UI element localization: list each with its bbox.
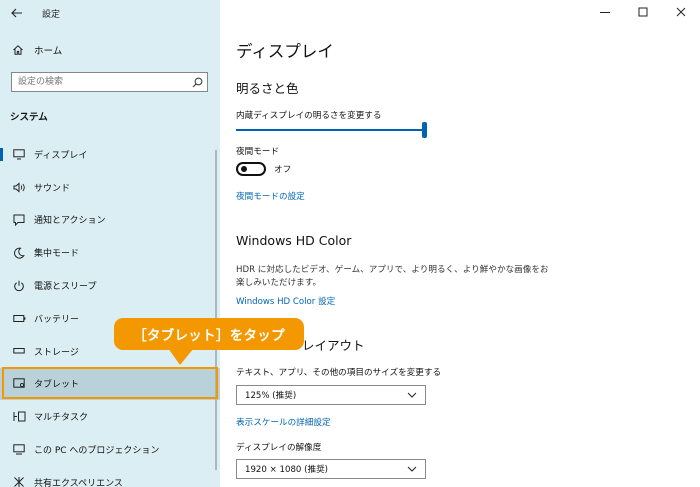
resolution-label: ディスプレイの解像度 — [236, 443, 322, 453]
arrow-left-icon — [11, 8, 22, 18]
page-title: ディスプレイ — [236, 42, 334, 61]
toggle-knob — [241, 166, 247, 172]
app-title: 設定 — [42, 9, 61, 20]
sidebar-item-label: 電源とスリープ — [34, 282, 97, 293]
scale-label: テキスト、アプリ、その他の項目のサイズを変更する — [236, 368, 442, 378]
search-icon[interactable] — [187, 77, 207, 88]
sidebar-item-label: 共有エクスペリエンス — [34, 478, 123, 487]
speaker-icon — [10, 182, 28, 193]
share-icon — [10, 476, 28, 487]
battery-icon — [10, 314, 28, 323]
tablet-highlight-frame — [2, 367, 218, 399]
hd-color-settings-link[interactable]: Windows HD Color 設定 — [236, 295, 335, 307]
scale-value: 125% (推奨) — [245, 391, 297, 401]
hd-color-description: HDR に対応したビデオ、ゲーム、アプリで、より明るく、より鮮やかな画像をお楽し… — [236, 265, 549, 288]
projection-icon — [10, 444, 28, 455]
sidebar-item-label: バッテリー — [34, 314, 80, 325]
sidebar-item-label: 集中モード — [34, 249, 80, 260]
sidebar-item-focus[interactable]: 集中モード — [0, 236, 220, 269]
sidebar-item-label: マルチタスク — [34, 413, 89, 424]
notification-icon — [10, 214, 28, 226]
back-button[interactable] — [0, 0, 34, 26]
layout-heading: レイアウト — [302, 338, 365, 353]
night-light-toggle-row: オフ — [236, 162, 291, 176]
callout-pointer — [168, 348, 194, 365]
sidebar: 設定 ホーム システム ディスプレイ サウンド — [0, 0, 220, 487]
sidebar-item-power[interactable]: 電源とスリープ — [0, 269, 220, 302]
sidebar-item-multitask[interactable]: マルチタスク — [0, 400, 220, 433]
moon-icon — [10, 247, 28, 259]
brightness-label: 内蔵ディスプレイの明るさを変更する — [236, 111, 382, 121]
sidebar-item-shared[interactable]: 共有エクスペリエンス — [0, 466, 220, 487]
home-icon — [4, 44, 32, 56]
sidebar-item-home[interactable]: ホーム — [0, 38, 220, 62]
brightness-heading: 明るさと色 — [236, 81, 299, 96]
scale-select[interactable]: 125% (推奨) — [236, 385, 426, 405]
sidebar-item-label: サウンド — [34, 183, 71, 194]
sidebar-item-label: 通知とアクション — [34, 216, 106, 227]
sidebar-scrollbar[interactable] — [215, 150, 217, 470]
section-heading: システム — [10, 112, 48, 123]
slider-track — [236, 129, 426, 131]
sidebar-item-label: ストレージ — [34, 347, 79, 358]
sidebar-item-projection[interactable]: この PC へのプロジェクション — [0, 433, 220, 466]
resolution-value: 1920 × 1080 (推奨) — [245, 465, 329, 475]
chevron-down-icon — [407, 466, 417, 472]
advanced-scaling-link[interactable]: 表示スケールの詳細設定 — [236, 416, 331, 428]
power-icon — [10, 280, 28, 292]
home-label: ホーム — [34, 46, 63, 57]
sidebar-item-notifications[interactable]: 通知とアクション — [0, 204, 220, 237]
sidebar-nav: ディスプレイ サウンド 通知とアクション 集中モード 電源とスリープ バッテリー… — [0, 138, 220, 487]
night-light-settings-link[interactable]: 夜間モードの設定 — [236, 190, 305, 202]
sidebar-item-sound[interactable]: サウンド — [0, 171, 220, 204]
multitask-icon — [10, 411, 28, 422]
night-light-label: 夜間モード — [236, 147, 279, 157]
brightness-slider[interactable] — [236, 122, 427, 138]
main-content: ディスプレイ 明るさと色 内蔵ディスプレイの明るさを変更する 夜間モード オフ … — [236, 0, 686, 487]
search-box[interactable] — [11, 72, 208, 92]
chevron-down-icon — [407, 392, 417, 398]
slider-thumb[interactable] — [422, 122, 427, 138]
night-light-state: オフ — [274, 165, 292, 175]
night-light-toggle[interactable] — [236, 162, 266, 176]
instruction-callout: ［タブレット］をタップ — [114, 318, 304, 350]
sidebar-item-display[interactable]: ディスプレイ — [0, 138, 220, 171]
hd-color-heading: Windows HD Color — [236, 233, 352, 248]
title-bar: 設定 — [0, 0, 220, 26]
monitor-icon — [10, 149, 28, 160]
sidebar-item-label: ディスプレイ — [34, 150, 88, 161]
search-input[interactable] — [12, 73, 187, 91]
resolution-select[interactable]: 1920 × 1080 (推奨) — [236, 459, 426, 479]
sidebar-item-label: この PC へのプロジェクション — [34, 446, 160, 457]
storage-icon — [10, 347, 28, 355]
